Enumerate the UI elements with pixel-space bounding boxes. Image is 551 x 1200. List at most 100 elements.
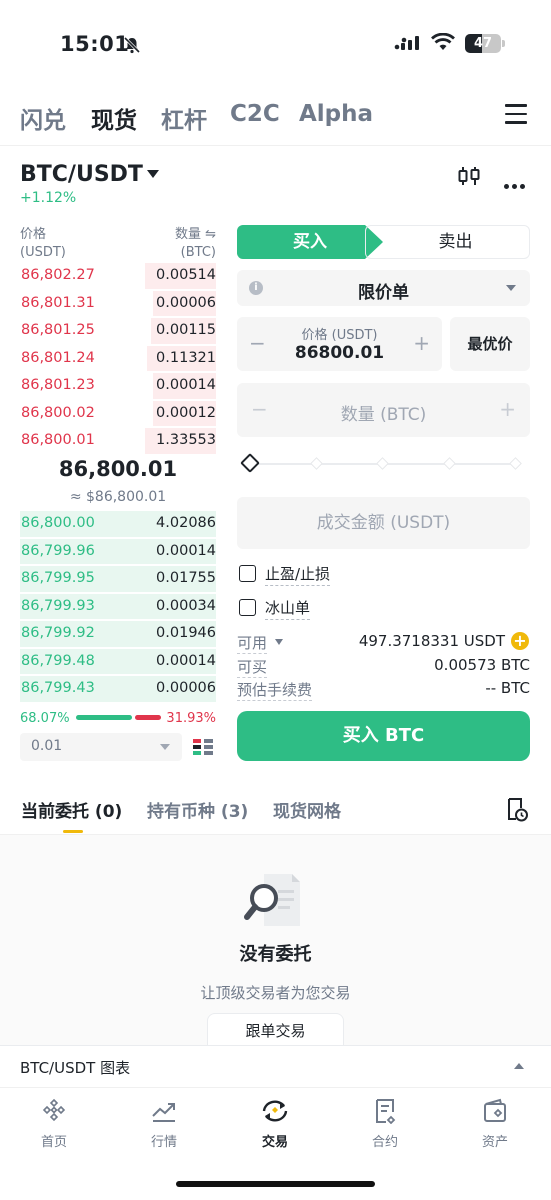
candlestick-chart-icon[interactable] — [457, 165, 481, 187]
order-history-icon[interactable] — [505, 797, 529, 823]
chevron-down-icon — [160, 744, 170, 750]
tab-alpha[interactable]: Alpha — [299, 101, 373, 127]
precision-select[interactable]: 0.01 — [20, 733, 182, 761]
nav-futures[interactable]: 合约 — [345, 1098, 425, 1150]
pair-dropdown-icon[interactable] — [147, 170, 159, 178]
chevron-up-icon[interactable] — [514, 1063, 524, 1069]
bid-row[interactable]: 86,799.93 0.00034 — [20, 593, 216, 621]
trade-icon — [262, 1100, 288, 1122]
qty-header-label: 数量 ⇋ — [174, 227, 216, 242]
total-input[interactable]: 成交金额 (USDT) — [237, 497, 530, 549]
price-header: 价格 (USDT) — [20, 226, 66, 262]
tab-spot-grid[interactable]: 现货网格 — [273, 797, 341, 822]
bid-quantity: 0.01755 — [156, 570, 216, 586]
bid-price: 86,799.93 — [21, 597, 95, 614]
tab-convert[interactable]: 闪兑 — [20, 101, 66, 135]
bid-row[interactable]: 86,799.43 0.00006 — [20, 675, 216, 703]
bid-row[interactable]: 86,799.95 0.01755 — [20, 565, 216, 593]
copy-trading-button[interactable]: 跟单交易 — [207, 1013, 344, 1049]
ask-row[interactable]: 86,802.27 0.00514 — [20, 262, 216, 290]
iceberg-label[interactable]: 冰山单 — [265, 597, 311, 620]
slider-mark-75[interactable] — [443, 457, 456, 470]
sell-tab[interactable]: 卖出 — [365, 225, 530, 259]
ask-price: 86,800.02 — [21, 404, 95, 421]
header-divider — [0, 145, 551, 146]
home-icon — [42, 1098, 66, 1122]
futures-icon — [376, 1099, 396, 1124]
buy-ratio-bar — [76, 715, 132, 720]
buy-submit-button[interactable]: 买入 BTC — [237, 711, 530, 761]
ask-price: 86,801.24 — [21, 349, 95, 366]
tab-open-orders[interactable]: 当前委托 (0) — [21, 797, 122, 822]
tab-holdings[interactable]: 持有币种 (3) — [147, 797, 248, 822]
chart-toggle-bar[interactable]: BTC/USDT 图表 — [0, 1045, 551, 1087]
nav-wallet-label: 资产 — [481, 1135, 508, 1150]
chevron-down-icon — [506, 285, 516, 291]
quantity-input[interactable]: − 数量 (BTC) + — [237, 383, 530, 437]
amount-slider-thumb[interactable] — [240, 453, 260, 473]
slider-mark-25[interactable] — [310, 457, 323, 470]
ask-row[interactable]: 86,801.25 0.00115 — [20, 317, 216, 345]
price-increment-button[interactable]: + — [413, 331, 430, 355]
nav-home[interactable]: 首页 — [14, 1098, 94, 1150]
ask-row[interactable]: 86,801.24 0.11321 — [20, 345, 216, 373]
nav-trade[interactable]: 交易 — [235, 1098, 315, 1150]
bid-quantity: 0.00014 — [156, 652, 216, 669]
ask-price: 86,800.01 — [21, 432, 95, 448]
bid-row[interactable]: 86,800.00 4.02086 — [20, 510, 216, 538]
nav-trade-label: 交易 — [261, 1135, 288, 1150]
qty-increment-button[interactable]: + — [499, 397, 516, 421]
ask-row[interactable]: 86,801.23 0.00014 — [20, 372, 216, 400]
bid-quantity: 0.00034 — [156, 597, 216, 614]
ask-price: 86,801.23 — [21, 377, 95, 393]
bell-muted-icon — [123, 36, 141, 54]
ask-quantity: 0.00514 — [156, 267, 216, 283]
iceberg-checkbox[interactable] — [239, 599, 256, 616]
battery-icon: 47 — [465, 34, 501, 53]
slider-mark-50[interactable] — [376, 457, 389, 470]
qty-header[interactable]: 数量 ⇋ (BTC) — [175, 226, 216, 262]
best-price-button[interactable]: 最优价 — [450, 317, 530, 371]
price-input[interactable]: − 价格 (USDT) 86800.01 + — [237, 317, 442, 371]
order-type-select[interactable]: i 限价单 — [237, 270, 530, 306]
ask-row[interactable]: 86,800.01 1.33553 — [20, 427, 216, 455]
add-funds-icon[interactable]: + — [511, 632, 529, 650]
nav-markets[interactable]: 行情 — [124, 1098, 204, 1150]
fee-value: -- BTC — [485, 679, 530, 697]
price-input-value[interactable]: 86800.01 — [237, 343, 442, 363]
tp-sl-checkbox[interactable] — [239, 565, 256, 582]
bid-row[interactable]: 86,799.48 0.00014 — [20, 648, 216, 676]
available-label[interactable]: 可用 — [237, 632, 268, 654]
empty-subtitle: 让顶级交易者为您交易 — [200, 984, 351, 1002]
wifi-icon — [431, 33, 455, 50]
bid-row[interactable]: 86,799.92 0.01946 — [20, 620, 216, 648]
bid-quantity: 0.00006 — [156, 680, 216, 696]
buy-ratio: 68.07% — [20, 711, 70, 726]
slider-mark-100[interactable] — [509, 457, 522, 470]
nav-futures-label: 合约 — [371, 1135, 398, 1150]
pair-selector[interactable]: BTC/USDT — [20, 162, 143, 187]
ask-row[interactable]: 86,800.02 0.00012 — [20, 400, 216, 428]
home-indicator — [176, 1181, 375, 1187]
orderbook-layout-icon[interactable] — [192, 737, 214, 759]
nav-home-label: 首页 — [40, 1135, 67, 1150]
available-dropdown-icon[interactable] — [275, 639, 283, 645]
ask-quantity: 0.11321 — [156, 349, 216, 366]
price-input-label: 价格 (USDT) — [301, 328, 378, 343]
ask-row[interactable]: 86,801.31 0.00006 — [20, 290, 216, 318]
tab-margin[interactable]: 杠杆 — [161, 101, 207, 135]
hamburger-menu-icon[interactable] — [505, 104, 527, 124]
bid-row[interactable]: 86,799.96 0.00014 — [20, 538, 216, 566]
empty-title: 没有委托 — [239, 944, 312, 965]
tab-spot[interactable]: 现货 — [91, 101, 137, 135]
buy-tab[interactable]: 买入 — [237, 225, 383, 259]
more-options-icon[interactable] — [504, 174, 528, 193]
ask-quantity: 0.00115 — [156, 322, 216, 338]
nav-wallet[interactable]: 资产 — [455, 1098, 535, 1150]
max-buy-label: 可买 — [237, 658, 268, 678]
price-change: +1.12% — [20, 190, 77, 206]
tab-c2c[interactable]: C2C — [230, 101, 280, 127]
last-price-usd: ≈ $86,800.01 — [69, 489, 167, 505]
ask-quantity: 0.00012 — [156, 404, 216, 421]
tp-sl-label[interactable]: 止盈/止损 — [265, 563, 331, 586]
